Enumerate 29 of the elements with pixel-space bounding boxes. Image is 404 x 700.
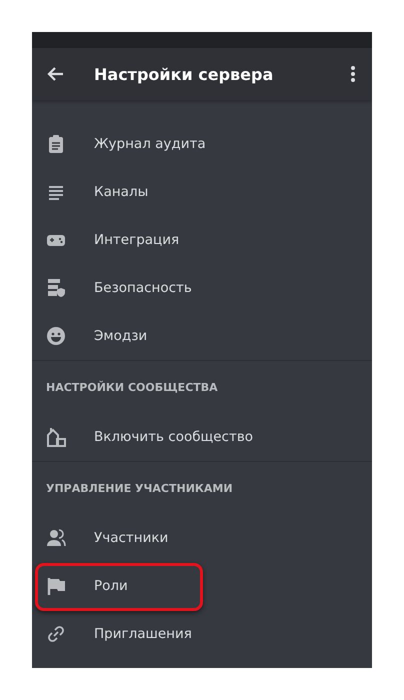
item-label: Включить сообщество — [94, 429, 254, 445]
settings-item[interactable]: Включить сообщество — [32, 413, 372, 461]
flag-icon — [46, 576, 66, 596]
item-label: Роли — [94, 578, 128, 594]
item-label: Приглашения — [94, 626, 192, 642]
item-label: Безопасность — [94, 280, 192, 296]
smiley-icon — [46, 326, 66, 346]
clipboard-icon — [46, 134, 66, 154]
settings-item[interactable]: Эмодзи — [32, 312, 372, 360]
section-heading: УПРАВЛЕНИЕ УЧАСТНИКАМИ — [45, 480, 234, 496]
settings-item[interactable]: Журнал аудита — [32, 120, 372, 168]
settings-item[interactable]: Каналы — [32, 168, 372, 216]
house-icon — [46, 427, 66, 447]
item-label: Журнал аудита — [94, 136, 206, 152]
settings-item[interactable]: Роли — [32, 562, 372, 610]
item-label: Интеграция — [94, 232, 180, 248]
item-label: Участники — [94, 530, 168, 546]
settings-item[interactable]: Безопасность — [32, 264, 372, 312]
more-icon — [350, 65, 356, 83]
item-label: Эмодзи — [94, 328, 148, 344]
screen-title: Настройки сервера — [94, 64, 274, 84]
item-label: Каналы — [94, 184, 148, 200]
settings-item[interactable]: Участники — [32, 514, 372, 562]
server-shield-icon — [46, 278, 66, 298]
link-icon — [46, 624, 66, 644]
settings-item[interactable]: Приглашения — [32, 610, 372, 658]
section-heading: НАСТРОЙКИ СООБЩЕСТВА — [45, 380, 219, 396]
settings-item[interactable]: Интеграция — [32, 216, 372, 264]
people-icon — [46, 528, 66, 548]
